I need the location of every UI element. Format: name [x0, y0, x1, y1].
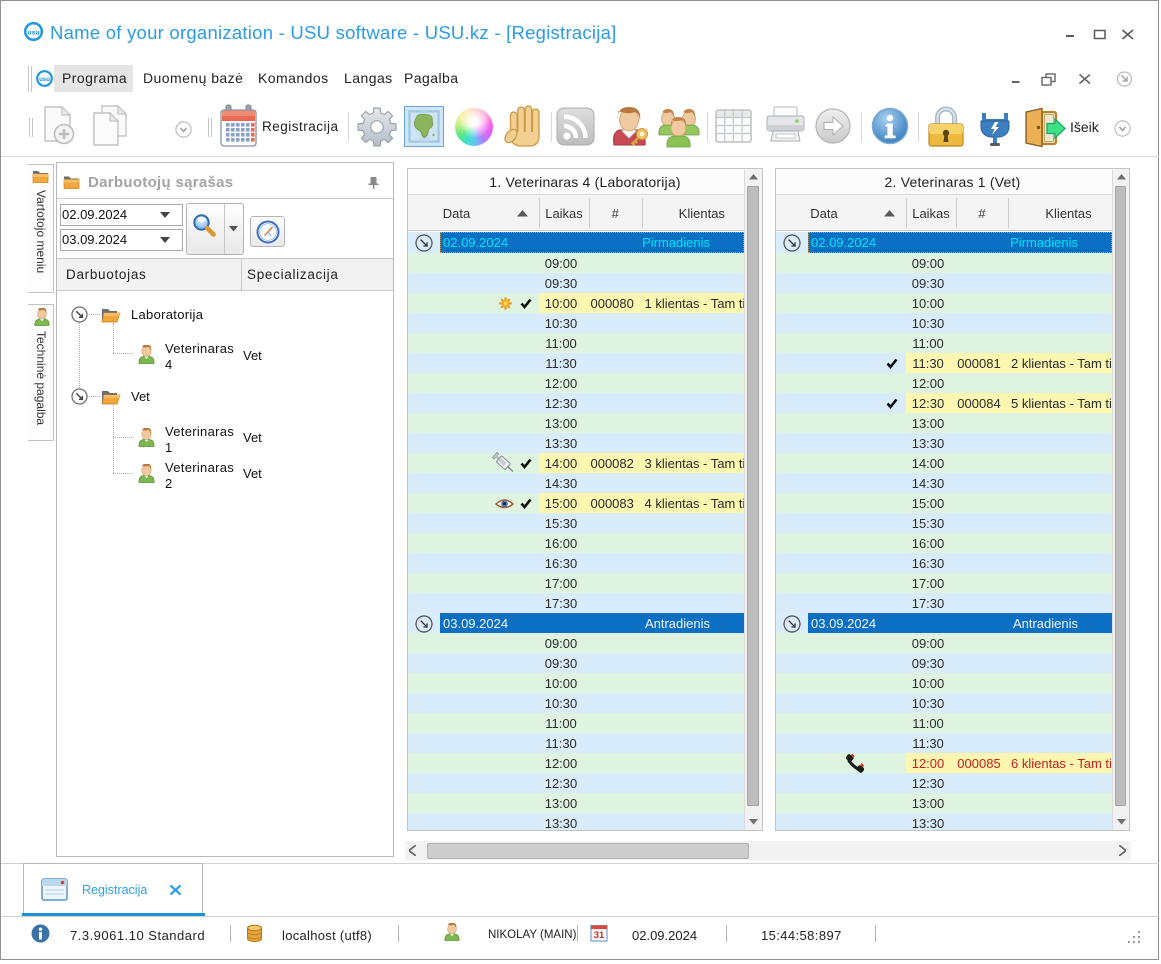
- svg-text:31: 31: [594, 930, 605, 941]
